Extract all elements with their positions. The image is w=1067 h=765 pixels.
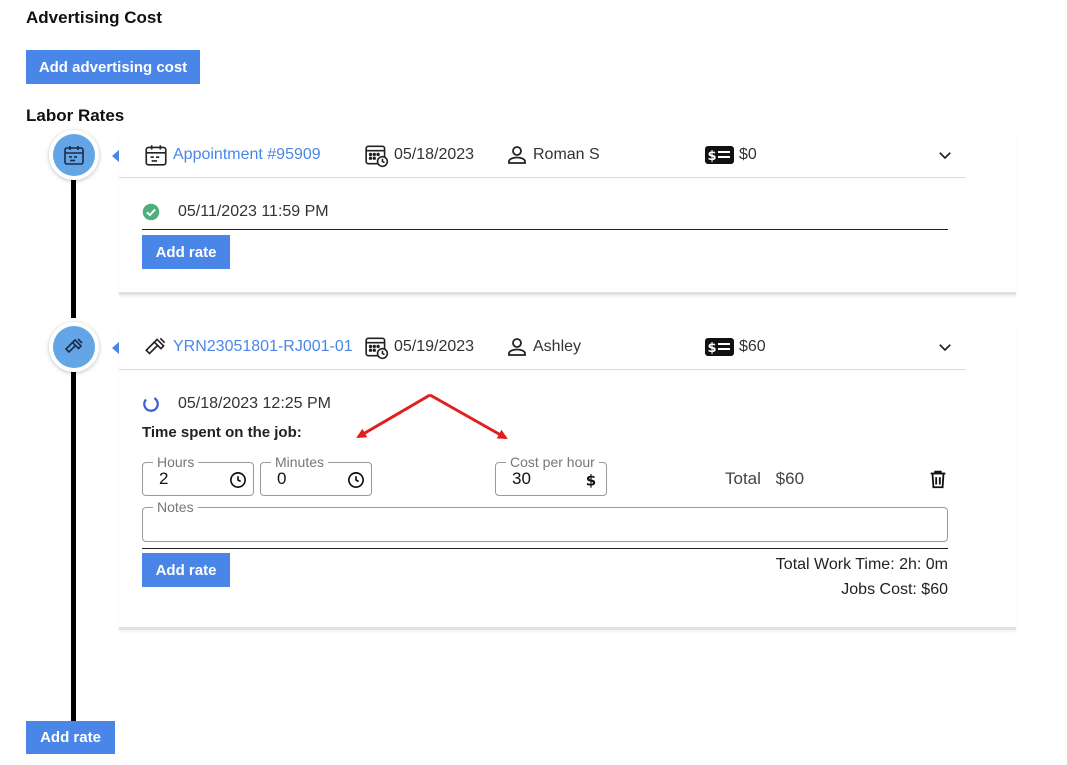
entry-date: 05/18/2023: [394, 146, 475, 163]
check-circle-icon: [142, 203, 160, 221]
entry-date: 05/19/2023: [394, 338, 475, 355]
notes-field[interactable]: Notes: [142, 499, 948, 542]
clock-icon[interactable]: [347, 471, 365, 489]
hours-label: Hours: [153, 454, 199, 470]
timeline-node-appointment: [49, 130, 99, 180]
entry-person: Ashley: [533, 338, 582, 355]
entry-cost: $60: [739, 338, 766, 355]
svg-text:$: $: [586, 471, 596, 489]
appointment-link[interactable]: Appointment #95909: [173, 146, 321, 164]
cost-per-hour-value: 30: [512, 469, 531, 488]
progress-circle-icon: [143, 396, 159, 412]
add-rate-button[interactable]: Add rate: [142, 235, 230, 269]
money-icon: $: [705, 338, 734, 356]
dollar-icon: $: [586, 471, 596, 489]
clock-icon[interactable]: [229, 471, 247, 489]
card-header[interactable]: YRN23051801-RJ001-01 05/19/2023 Ashley $: [119, 324, 966, 370]
hammer-icon: [64, 338, 83, 354]
entry-person: Roman S: [533, 146, 600, 163]
labor-rate-card-job: YRN23051801-RJ001-01 05/19/2023 Ashley $: [119, 324, 1016, 630]
entry-cost: $0: [739, 146, 757, 163]
labor-rates-title: Labor Rates: [26, 106, 125, 125]
total-work-time: Total Work Time: 2h: 0m: [775, 556, 948, 573]
status-row: 05/18/2023 12:25 PM: [142, 395, 331, 413]
labor-rate-card-appointment: Appointment #95909 05/18/2023 Roman S $: [119, 132, 1016, 295]
calendar-clock-icon: [365, 145, 389, 168]
chevron-down-icon[interactable]: [936, 146, 954, 164]
chevron-down-icon[interactable]: [936, 338, 954, 356]
money-icon: $: [705, 146, 734, 164]
job-link[interactable]: YRN23051801-RJ001-01: [173, 338, 353, 356]
divider: [142, 548, 948, 549]
minutes-label: Minutes: [271, 454, 329, 470]
status-time: 05/18/2023 12:25 PM: [178, 395, 332, 412]
total-display: Total $60: [725, 469, 804, 489]
status-row: 05/11/2023 11:59 PM: [142, 203, 329, 221]
timeline-line: [71, 368, 76, 722]
divider: [142, 229, 948, 230]
calendar-clock-icon: [365, 337, 389, 360]
notes-label: Notes: [153, 499, 198, 515]
minutes-value: 0: [277, 469, 287, 488]
person-icon: [508, 146, 526, 164]
annotation-arrows: [356, 393, 508, 440]
hours-field[interactable]: Hours 2: [142, 454, 254, 496]
cost-per-hour-field[interactable]: Cost per hour 30 $: [495, 454, 607, 496]
cost-per-hour-label: Cost per hour: [506, 454, 599, 470]
person-icon: [508, 338, 526, 356]
svg-text:$: $: [707, 341, 716, 356]
trash-icon[interactable]: [927, 468, 949, 490]
minutes-field[interactable]: Minutes 0: [260, 454, 372, 496]
timeline-node-job: [49, 322, 99, 372]
svg-text:$: $: [707, 149, 716, 164]
timeline-line: [71, 176, 76, 318]
add-advertising-cost-button[interactable]: Add advertising cost: [26, 50, 200, 84]
total-label: Total: [725, 469, 761, 488]
calendar-icon: [145, 145, 167, 166]
total-value: $60: [775, 469, 805, 488]
hours-value: 2: [159, 469, 169, 488]
add-rate-bottom-button[interactable]: Add rate: [26, 721, 115, 754]
hammer-icon: [145, 337, 166, 355]
time-spent-label: Time spent on the job:: [142, 424, 302, 441]
calendar-icon: [64, 146, 84, 165]
add-rate-button[interactable]: Add rate: [142, 553, 230, 587]
advertising-cost-title: Advertising Cost: [26, 8, 163, 27]
jobs-cost: Jobs Cost: $60: [841, 581, 948, 598]
card-header[interactable]: Appointment #95909 05/18/2023 Roman S $: [119, 132, 966, 178]
status-time: 05/11/2023 11:59 PM: [178, 203, 329, 220]
